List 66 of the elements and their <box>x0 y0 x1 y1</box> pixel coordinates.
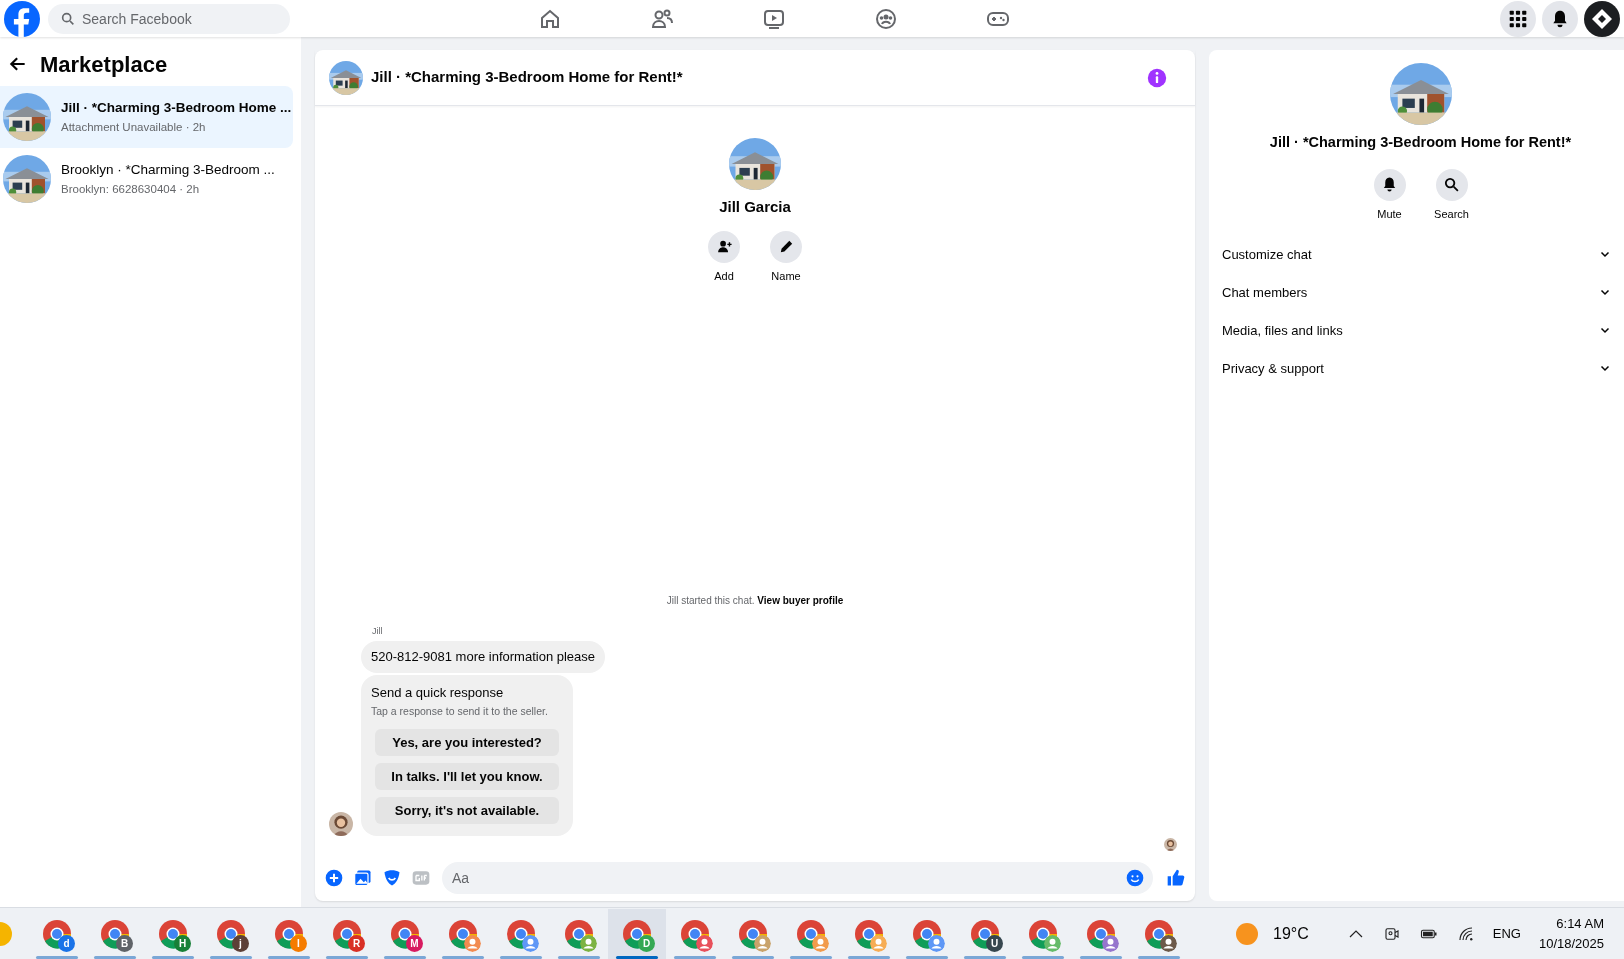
conversation-title: Brooklyn · *Charming 3-Bedroom ... <box>61 161 275 180</box>
language-indicator[interactable]: ENG <box>1492 923 1521 944</box>
details-section[interactable]: Chat members <box>1219 273 1614 312</box>
conversation-title: Jill · *Charming 3-Bedroom Home ... <box>61 99 292 118</box>
conversation-item[interactable]: Jill · *Charming 3-Bedroom Home ... Attachment Unavailable · 2h <box>0 86 293 148</box>
plus-icon[interactable] <box>324 868 344 888</box>
search-icon <box>1443 176 1460 194</box>
chrome-app-button[interactable]: B <box>86 908 144 959</box>
add-person-icon <box>715 238 733 255</box>
quick-response-button[interactable]: Yes, are you interested? <box>375 729 559 756</box>
smiley-icon[interactable] <box>1125 868 1145 888</box>
notifications-button[interactable] <box>1542 0 1578 37</box>
chrome-app-button[interactable]: d <box>28 908 86 959</box>
details-title: Jill · *Charming 3-Bedroom Home for Rent!* <box>1269 133 1572 152</box>
menu-button[interactable] <box>1500 0 1536 37</box>
add-button[interactable] <box>708 230 740 263</box>
quick-response-title: Send a quick response <box>371 683 505 702</box>
section-label: Customize chat <box>1222 245 1312 264</box>
chrome-app-button[interactable]: H <box>144 908 202 959</box>
bell-icon <box>1381 176 1398 194</box>
sender-name: Jill <box>372 624 384 638</box>
section-label: Chat members <box>1222 283 1308 302</box>
read-receipt-avatar <box>1164 838 1177 851</box>
mute-button[interactable] <box>1373 168 1406 201</box>
chrome-app-button[interactable]: M <box>376 908 434 959</box>
clock-date[interactable]: 10/18/2025 <box>1538 933 1604 954</box>
details-section[interactable]: Media, files and links <box>1219 311 1614 350</box>
info-icon[interactable] <box>1147 67 1167 88</box>
diamond-logo-icon <box>1590 6 1614 31</box>
section-label: Privacy & support <box>1222 359 1324 378</box>
chrome-app-button[interactable]: U <box>956 908 1014 959</box>
image-icon[interactable] <box>353 868 373 888</box>
groups-icon[interactable] <box>874 6 898 31</box>
search-field[interactable]: Search Facebook <box>48 3 290 34</box>
quick-response-button[interactable]: In talks. I'll let you know. <box>375 763 559 790</box>
account-button[interactable] <box>1584 0 1620 37</box>
chrome-app-button[interactable]: R <box>318 908 376 959</box>
action-label: Name <box>771 268 801 284</box>
avatar <box>329 812 353 836</box>
profile-name: Jill Garcia <box>719 197 791 217</box>
clock-time[interactable]: 6:14 AM <box>1556 913 1604 934</box>
action-label: Search <box>1434 206 1469 222</box>
details-section[interactable]: Privacy & support <box>1219 349 1614 388</box>
conversation-preview: Brooklyn: 6628630404 · 2h <box>61 181 201 197</box>
thumbs-up-icon[interactable] <box>1166 868 1186 888</box>
chat-notice: Jill started this chat. View buyer profile <box>665 593 845 608</box>
quick-response-button[interactable]: Sorry, it's not available. <box>375 797 559 824</box>
search-icon <box>60 10 76 27</box>
action-label: Add <box>714 268 734 284</box>
sidebar-title: Marketplace <box>40 50 168 79</box>
grid-icon <box>1508 8 1528 29</box>
facebook-logo-icon[interactable] <box>4 0 40 37</box>
weather-temperature: 19°C <box>1273 923 1309 944</box>
action-label: Mute <box>1377 206 1402 222</box>
chat-title: Jill · *Charming 3-Bedroom Home for Rent!* <box>371 67 683 88</box>
wifi-icon[interactable] <box>1456 924 1475 943</box>
section-label: Media, files and links <box>1222 321 1343 340</box>
message-bubble: 520-812-9081 more information please <box>361 641 606 673</box>
message-field[interactable]: Aa <box>442 862 1153 894</box>
details-section[interactable]: Customize chat <box>1219 235 1614 274</box>
name-button[interactable] <box>770 230 802 263</box>
search-button[interactable] <box>1435 168 1468 201</box>
chrome-app-button[interactable]: j <box>202 908 260 959</box>
quick-response-hint: Tap a response to send it to the seller. <box>371 704 549 720</box>
sticker-icon[interactable] <box>382 868 402 888</box>
conversation-preview: Attachment Unavailable · 2h <box>61 119 207 135</box>
